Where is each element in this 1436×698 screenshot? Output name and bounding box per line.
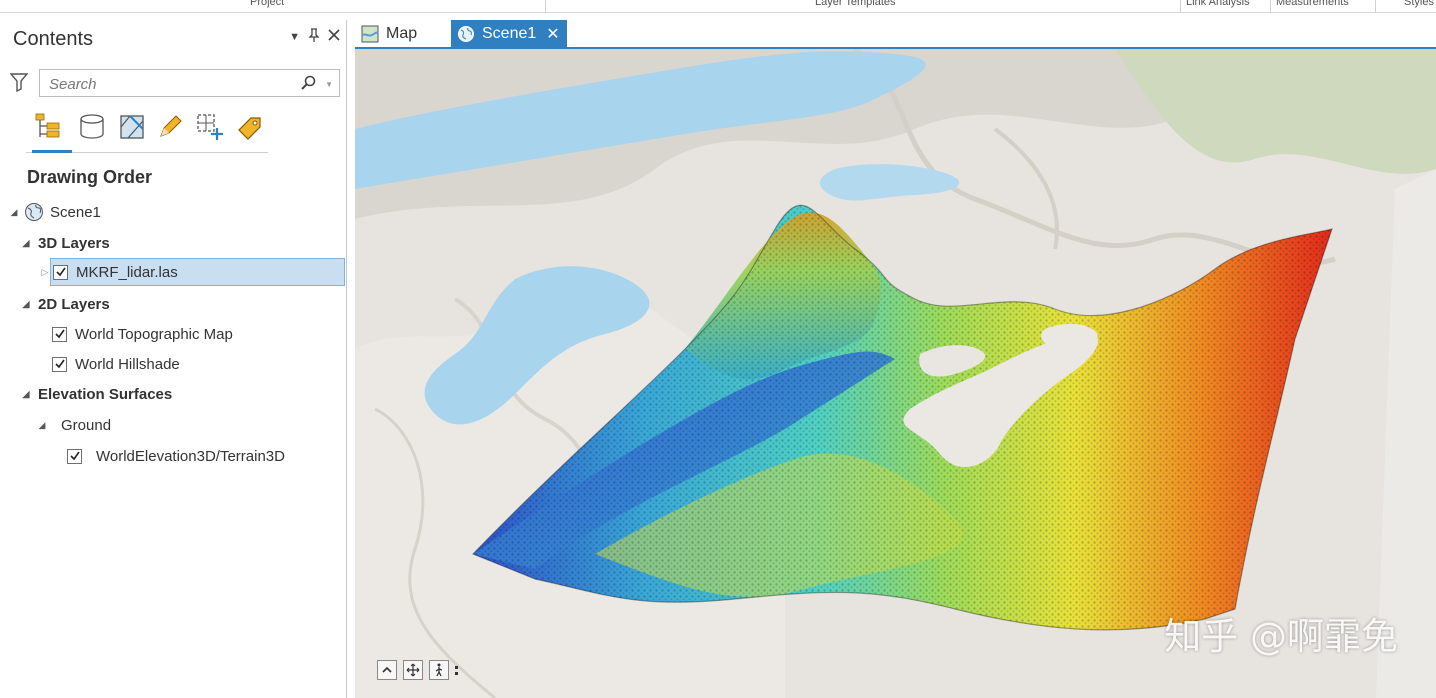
list-by-selection-icon[interactable] <box>117 112 147 142</box>
globe-icon <box>457 25 475 43</box>
layer-visibility-checkbox[interactable] <box>53 264 68 280</box>
collapse-triangle-icon[interactable]: ◢ <box>36 420 48 431</box>
scene-view[interactable]: 知乎 @啊霏免 <box>355 49 1436 698</box>
tree-group-3d-layers[interactable]: ◢ 3D Layers <box>20 229 110 257</box>
list-by-drawing-order-icon[interactable] <box>32 112 72 153</box>
contents-pane: Contents ▼ ▼ <box>6 20 347 698</box>
pin-icon[interactable] <box>308 28 320 45</box>
map-icon <box>361 25 379 43</box>
tree-group-2d-layers[interactable]: ◢ 2D Layers <box>20 290 110 318</box>
scene-navigation-controls <box>377 660 461 680</box>
pan-icon[interactable] <box>403 660 423 680</box>
view-tab-bar: Map Scene1 ✕ <box>355 20 1436 49</box>
tree-item-scene1[interactable]: ◢ Scene1 <box>8 198 101 226</box>
tree-item-label: World Hillshade <box>75 355 180 373</box>
collapse-triangle-icon[interactable]: ◢ <box>20 389 32 400</box>
list-by-labeling-icon[interactable] <box>235 112 265 142</box>
tab-label: Map <box>386 24 418 42</box>
tree-item-label: MKRF_lidar.las <box>76 263 178 281</box>
tree-item-label: World Topographic Map <box>75 325 233 343</box>
filter-icon[interactable] <box>9 72 29 93</box>
tree-item-label: WorldElevation3D/Terrain3D <box>96 447 285 465</box>
chevron-down-icon[interactable]: ▼ <box>289 31 300 45</box>
ribbon-group-project: Project <box>250 0 285 8</box>
tab-map[interactable]: Map <box>355 20 445 47</box>
close-tab-icon[interactable]: ✕ <box>546 24 559 44</box>
list-view-toolbar <box>26 110 268 153</box>
list-by-editing-icon[interactable] <box>155 112 185 142</box>
tree-item-label: Elevation Surfaces <box>38 385 173 403</box>
pane-title: Contents <box>13 28 94 50</box>
globe-icon <box>24 202 44 222</box>
collapse-triangle-icon[interactable]: ◢ <box>20 238 32 249</box>
expand-up-icon[interactable] <box>377 660 397 680</box>
tree-item-mkrf-lidar[interactable]: ▷ MKRF_lidar.las <box>42 258 345 286</box>
search-icon[interactable] <box>301 75 317 96</box>
list-by-snapping-icon[interactable] <box>195 112 225 142</box>
search-box: ▼ <box>39 69 340 97</box>
scene-render <box>355 49 1436 698</box>
tree-item-label: 2D Layers <box>38 295 110 313</box>
layer-visibility-checkbox[interactable] <box>52 356 67 372</box>
search-options-chevron-icon[interactable]: ▼ <box>325 80 333 89</box>
close-icon[interactable] <box>328 28 340 45</box>
tree-item-world-hillshade[interactable]: World Hillshade <box>52 350 180 378</box>
ribbon-group-measurements: Measurements <box>1276 0 1349 8</box>
drawing-order-heading: Drawing Order <box>27 167 153 187</box>
more-handle-icon[interactable] <box>455 660 461 680</box>
list-by-data-source-icon[interactable] <box>77 112 107 142</box>
tree-item-world-elevation-terrain[interactable]: WorldElevation3D/Terrain3D <box>67 442 285 470</box>
ribbon-group-link-analysis: Link Analysis <box>1186 0 1250 8</box>
tree-item-ground[interactable]: ◢ Ground <box>36 411 112 439</box>
tab-label: Scene1 <box>482 24 537 42</box>
expand-triangle-icon[interactable]: ▷ <box>39 267 51 278</box>
collapse-triangle-icon[interactable]: ◢ <box>20 299 32 310</box>
collapse-triangle-icon[interactable]: ◢ <box>8 207 20 218</box>
ribbon-group-labels: Project Layer Templates Link Analysis Me… <box>0 0 1436 13</box>
tree-item-label: Scene1 <box>50 203 101 221</box>
ribbon-group-layer-templates: Layer Templates <box>815 0 896 8</box>
watermark: 知乎 @啊霏免 <box>1164 615 1398 658</box>
tree-item-world-topographic-map[interactable]: World Topographic Map <box>52 320 233 348</box>
tree-item-label: Ground <box>61 416 112 434</box>
search-input[interactable] <box>47 71 291 97</box>
walk-icon[interactable] <box>429 660 449 680</box>
layer-visibility-checkbox[interactable] <box>67 448 82 464</box>
tree-item-label: 3D Layers <box>38 234 110 252</box>
tab-scene1[interactable]: Scene1 ✕ <box>451 20 567 47</box>
ribbon-group-styles: Styles <box>1404 0 1434 8</box>
pane-controls: ▼ <box>289 28 340 45</box>
tree-group-elevation-surfaces[interactable]: ◢ Elevation Surfaces <box>20 380 173 408</box>
layer-visibility-checkbox[interactable] <box>52 326 67 342</box>
